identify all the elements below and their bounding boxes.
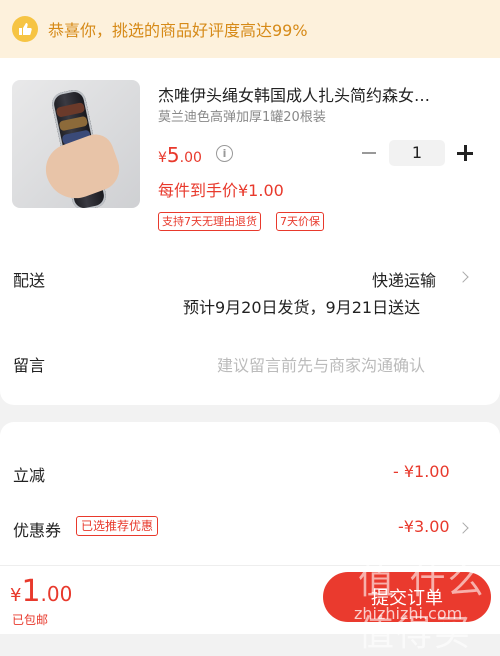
discount-label: 立减 — [13, 466, 46, 485]
product-image[interactable] — [12, 80, 140, 208]
message-label: 留言 — [13, 356, 46, 375]
product-title[interactable]: 杰唯伊头绳女韩国成人扎头简约森女… — [158, 82, 478, 106]
order-total: ¥1.00 — [10, 574, 73, 609]
delivery-method[interactable]: 快递运输 — [372, 267, 436, 291]
unit-price: 每件到手价¥1.00 — [158, 181, 284, 200]
message-input[interactable]: 建议留言前先与商家沟通确认 — [217, 352, 425, 376]
delivery-label: 配送 — [13, 271, 46, 290]
product-spec[interactable]: 莫兰迪色高弹加厚1罐20根装 — [158, 106, 326, 125]
coupon-tag: 已选推荐优惠 — [76, 516, 159, 536]
price-protection-tag: 7天价保 — [276, 212, 324, 231]
increase-quantity-button[interactable] — [457, 145, 473, 161]
decrease-quantity-button[interactable] — [362, 152, 376, 154]
coupon-label: 优惠券 — [13, 521, 62, 540]
watermark-url: zhizhizhi.com — [354, 604, 463, 623]
delivery-eta: 预计9月20日发货，9月21日送达 — [183, 298, 421, 317]
praise-banner: 恭喜你，挑选的商品好评度高达99% — [0, 0, 500, 58]
banner-text: 恭喜你，挑选的商品好评度高达99% — [48, 21, 308, 40]
product-price: ¥5.00 — [158, 143, 202, 167]
watermark-logo: 值 什么值得买 — [358, 561, 486, 654]
discount-value: - ¥1.00 — [393, 462, 450, 481]
return-policy-tag: 支持7天无理由退货 — [158, 212, 261, 231]
thumbs-up-icon — [12, 16, 38, 42]
coupon-value[interactable]: -¥3.00 — [398, 517, 450, 536]
free-shipping-label: 已包邮 — [12, 613, 49, 627]
info-icon[interactable]: i — [216, 145, 233, 162]
quantity-field[interactable]: 1 — [389, 140, 445, 166]
